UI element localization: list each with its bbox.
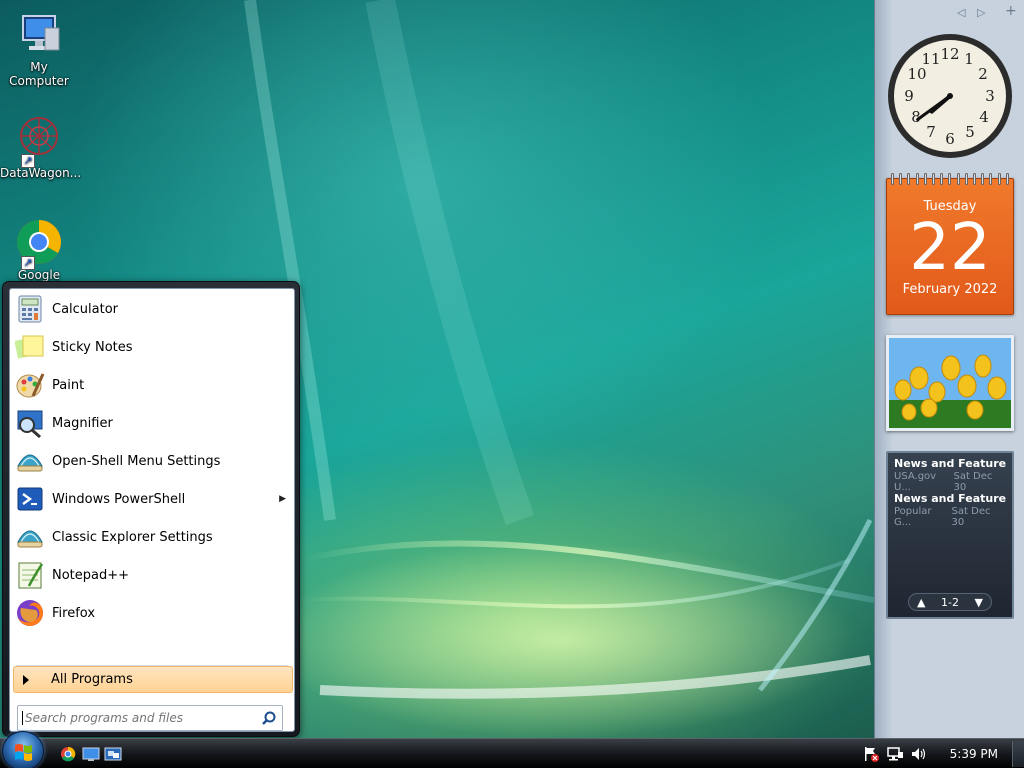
calendar-rings xyxy=(891,173,1009,185)
feed-pager: ▲ 1-2 ▼ xyxy=(908,593,992,611)
feed-date: Sat Dec 30 xyxy=(951,506,991,528)
all-programs-button[interactable]: All Programs xyxy=(13,666,293,693)
calendar-month-year: February 2022 xyxy=(902,282,998,297)
desktop-icon-datawagon[interactable]: ↗ DataWagon... xyxy=(0,116,82,180)
submenu-arrow-icon: ▶ xyxy=(279,494,286,504)
expand-arrow-icon xyxy=(23,674,29,685)
menu-item-label: Classic Explorer Settings xyxy=(52,529,213,545)
feed-source: USA.gov U... xyxy=(894,471,937,493)
feed-headlines-gadget[interactable]: News and Features f... USA.gov U... Sat … xyxy=(886,451,1014,619)
menu-item-firefox[interactable]: Firefox xyxy=(14,595,292,631)
menu-item-paint[interactable]: Paint xyxy=(14,367,292,403)
my-computer-icon xyxy=(15,10,63,58)
tulips-photo xyxy=(889,338,1011,428)
menu-item-label: Paint xyxy=(52,377,85,393)
desktop-icon-label: Google xyxy=(17,268,61,282)
quicklaunch-switch-windows-icon[interactable] xyxy=(104,746,122,762)
quicklaunch-show-desktop-icon[interactable] xyxy=(82,746,100,762)
firefox-icon xyxy=(14,597,46,629)
svg-text:4: 4 xyxy=(979,108,989,126)
all-programs-label: All Programs xyxy=(51,672,133,687)
feed-prev-icon[interactable]: ▲ xyxy=(917,596,925,609)
menu-item-label: Sticky Notes xyxy=(52,339,133,355)
magnifier-icon xyxy=(14,407,46,439)
feed-title: News and Features f... xyxy=(894,492,1006,505)
powershell-icon xyxy=(14,483,46,515)
clock-gadget[interactable]: 12 12 345 678 91011 xyxy=(886,32,1014,160)
svg-text:6: 6 xyxy=(945,130,955,148)
menu-item-label: Magnifier xyxy=(52,415,113,431)
sticky-notes-icon xyxy=(14,331,46,363)
feed-page-indicator: 1-2 xyxy=(941,595,959,609)
menu-item-label: Firefox xyxy=(52,605,96,621)
feed-date: Sat Dec 30 xyxy=(953,471,993,493)
search-input[interactable] xyxy=(22,711,252,725)
shortcut-arrow-icon: ↗ xyxy=(21,256,35,270)
feed-source: Popular G... xyxy=(894,506,932,528)
slideshow-gadget[interactable] xyxy=(886,335,1014,431)
svg-text:7: 7 xyxy=(926,123,936,141)
svg-text:11: 11 xyxy=(921,50,940,68)
start-button[interactable] xyxy=(2,731,44,768)
feed-title: News and Features f... xyxy=(894,457,1006,470)
datawagon-icon: ↗ xyxy=(15,116,63,168)
menu-item-label: Calculator xyxy=(52,301,119,317)
menu-item-label: Notepad++ xyxy=(52,567,130,583)
windows-sidebar: ◁ ▷ + 12 1 2 345 678 9 10 11 Tuesday 22 Febr… xyxy=(874,0,1024,738)
menu-item-notepadpp[interactable]: Notepad++ xyxy=(14,557,292,593)
feed-item[interactable]: News and Features f... USA.gov U... Sat … xyxy=(888,453,1012,493)
windows-logo-icon xyxy=(15,744,32,761)
taskbar: 5:39 PM xyxy=(0,731,1024,768)
menu-item-windows-powershell[interactable]: Windows PowerShell ▶ xyxy=(14,481,292,517)
start-menu: Calculator Sticky Notes Paint Magnifier … xyxy=(2,281,300,737)
menu-item-classic-explorer-settings[interactable]: Classic Explorer Settings xyxy=(14,519,292,555)
svg-text:1: 1 xyxy=(964,50,974,68)
start-menu-program-list: Calculator Sticky Notes Paint Magnifier … xyxy=(9,288,295,732)
desktop-icon-my-computer[interactable]: My Computer xyxy=(0,10,78,88)
calendar-gadget[interactable]: Tuesday 22 February 2022 xyxy=(886,173,1014,315)
menu-item-label: Open-Shell Menu Settings xyxy=(52,453,221,469)
desktop-icon-label: DataWagon... xyxy=(0,166,82,180)
svg-text:3: 3 xyxy=(985,87,995,105)
sidebar-prev-icon[interactable]: ◁ xyxy=(957,6,965,19)
feed-next-icon[interactable]: ▼ xyxy=(975,596,983,609)
volume-icon[interactable] xyxy=(910,746,928,762)
search-icon[interactable] xyxy=(262,711,276,728)
svg-text:5: 5 xyxy=(965,123,975,141)
open-shell-icon xyxy=(14,445,46,477)
calendar-day-number: 22 xyxy=(909,211,991,285)
paint-icon xyxy=(14,369,46,401)
show-desktop-button[interactable] xyxy=(1012,741,1024,767)
taskbar-clock[interactable]: 5:39 PM xyxy=(950,747,998,761)
menu-item-open-shell-settings[interactable]: Open-Shell Menu Settings xyxy=(14,443,292,479)
system-tray: 5:39 PM xyxy=(856,739,1008,768)
start-search-box[interactable] xyxy=(17,705,283,731)
svg-text:9: 9 xyxy=(904,87,914,105)
classic-explorer-icon xyxy=(14,521,46,553)
svg-text:2: 2 xyxy=(978,65,988,83)
menu-item-calculator[interactable]: Calculator xyxy=(14,291,292,327)
sidebar-next-icon[interactable]: ▷ xyxy=(977,6,985,19)
notepadpp-icon xyxy=(14,559,46,591)
svg-text:12: 12 xyxy=(940,45,959,63)
add-gadget-icon[interactable]: + xyxy=(1005,3,1017,19)
shortcut-arrow-icon: ↗ xyxy=(21,154,35,168)
menu-item-sticky-notes[interactable]: Sticky Notes xyxy=(14,329,292,365)
menu-item-label: Windows PowerShell xyxy=(52,491,186,507)
menu-item-magnifier[interactable]: Magnifier xyxy=(14,405,292,441)
quicklaunch-chrome-icon[interactable] xyxy=(60,746,76,762)
chrome-icon: ↗ xyxy=(15,218,63,270)
feed-item[interactable]: News and Features f... Popular G... Sat … xyxy=(888,488,1012,528)
action-center-flag-icon[interactable] xyxy=(862,746,880,762)
network-icon[interactable] xyxy=(886,746,904,762)
desktop-icon-google-chrome[interactable]: ↗ Google xyxy=(0,218,78,282)
calculator-icon xyxy=(14,293,46,325)
desktop-icon-label: My Computer xyxy=(9,60,69,88)
